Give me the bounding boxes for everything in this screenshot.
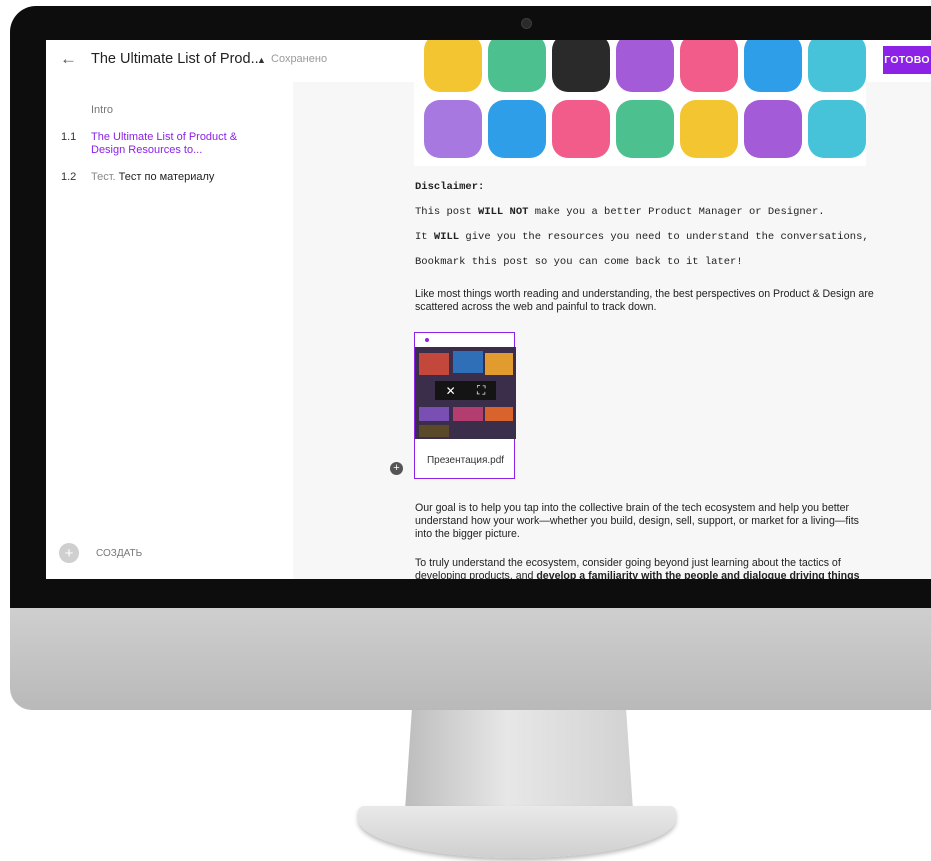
text-line: It WILL give you the resources you need …: [415, 231, 869, 243]
text-span: This post: [415, 206, 479, 218]
item-title: The Ultimate List of Product & Design Re…: [91, 131, 238, 156]
avatar: [552, 100, 610, 158]
disclaimer-heading: Disclaimer:: [415, 181, 485, 193]
avatar: [680, 40, 738, 92]
plus-circle-icon[interactable]: +: [390, 462, 403, 475]
item-title: Тест. Тест по материалу: [91, 171, 251, 184]
thumb-slide: [419, 407, 449, 421]
bold-span: WILL: [433, 231, 460, 243]
text-span: give you the resources you need to under…: [459, 231, 869, 243]
avatar: [424, 40, 482, 92]
app-screen: ← The Ultimate List of Prod... ▲ Сохране…: [46, 40, 931, 579]
item-name: Тест по материалу: [118, 171, 215, 183]
paragraph: Our goal is to help you tap into the col…: [415, 502, 859, 540]
avatar: [488, 100, 546, 158]
sidebar-item-intro[interactable]: Intro: [91, 104, 113, 116]
editor-content: Disclaimer: This post WILL NOT make you …: [293, 40, 931, 579]
done-button[interactable]: ГОТОВО: [883, 46, 931, 74]
text-span: It: [415, 231, 434, 243]
text-line: This post WILL NOT make you a better Pro…: [415, 206, 825, 218]
paragraph: To truly understand the ecosystem, consi…: [415, 557, 875, 579]
avatar: [552, 40, 610, 92]
close-icon[interactable]: ✕: [446, 384, 456, 398]
thumb-slide: [485, 353, 513, 375]
pdf-thumbnail: ✕ ⛶: [415, 347, 516, 439]
thumb-slide: [419, 425, 449, 437]
attachment-toolbar: ✕ ⛶: [435, 381, 496, 400]
create-label: СОЗДАТЬ: [96, 547, 143, 559]
thumb-slide: [453, 351, 483, 373]
text-line: Bookmark this post so you can come back …: [415, 256, 743, 268]
avatar: [424, 100, 482, 158]
avatar: [808, 100, 866, 158]
text-span: make you a better Product Manager or Des…: [528, 206, 825, 218]
item-number: 1.2: [61, 171, 77, 183]
camera-icon: [521, 18, 532, 29]
selection-dot: [425, 338, 429, 342]
avatar: [744, 100, 802, 158]
item-number: 1.1: [61, 131, 77, 143]
attachment-filename: Презентация.pdf: [426, 455, 505, 466]
sidebar: Intro 1.1 The Ultimate List of Product &…: [46, 82, 293, 579]
avatar: [808, 40, 866, 92]
monitor-stand: [405, 710, 633, 810]
avatar: [744, 40, 802, 92]
thumb-slide: [419, 353, 449, 375]
avatar: [616, 40, 674, 92]
create-button[interactable]: + СОЗДАТЬ: [59, 543, 142, 563]
bold-span: develop a familiarity with the people an…: [536, 569, 860, 579]
thumb-slide: [485, 407, 513, 421]
avatar: [680, 100, 738, 158]
people-photo-grid: [414, 40, 866, 166]
plus-circle-icon: +: [59, 543, 79, 563]
document-title[interactable]: The Ultimate List of Prod...: [91, 51, 263, 67]
caret-up-icon[interactable]: ▲: [257, 55, 266, 65]
avatar: [488, 40, 546, 92]
avatar: [616, 100, 674, 158]
arrow-left-icon[interactable]: ←: [60, 49, 77, 69]
fullscreen-icon[interactable]: ⛶: [477, 383, 485, 398]
paragraph: Like most things worth reading and under…: [415, 288, 874, 313]
monitor-base: [358, 806, 676, 858]
bold-span: WILL NOT: [478, 206, 529, 218]
thumb-slide: [453, 407, 483, 421]
monitor-chin: [10, 608, 931, 710]
save-status: Сохранено: [271, 53, 328, 65]
pdf-attachment[interactable]: ✕ ⛶ Презентация.pdf: [414, 332, 516, 479]
item-kind: Тест.: [91, 171, 116, 183]
